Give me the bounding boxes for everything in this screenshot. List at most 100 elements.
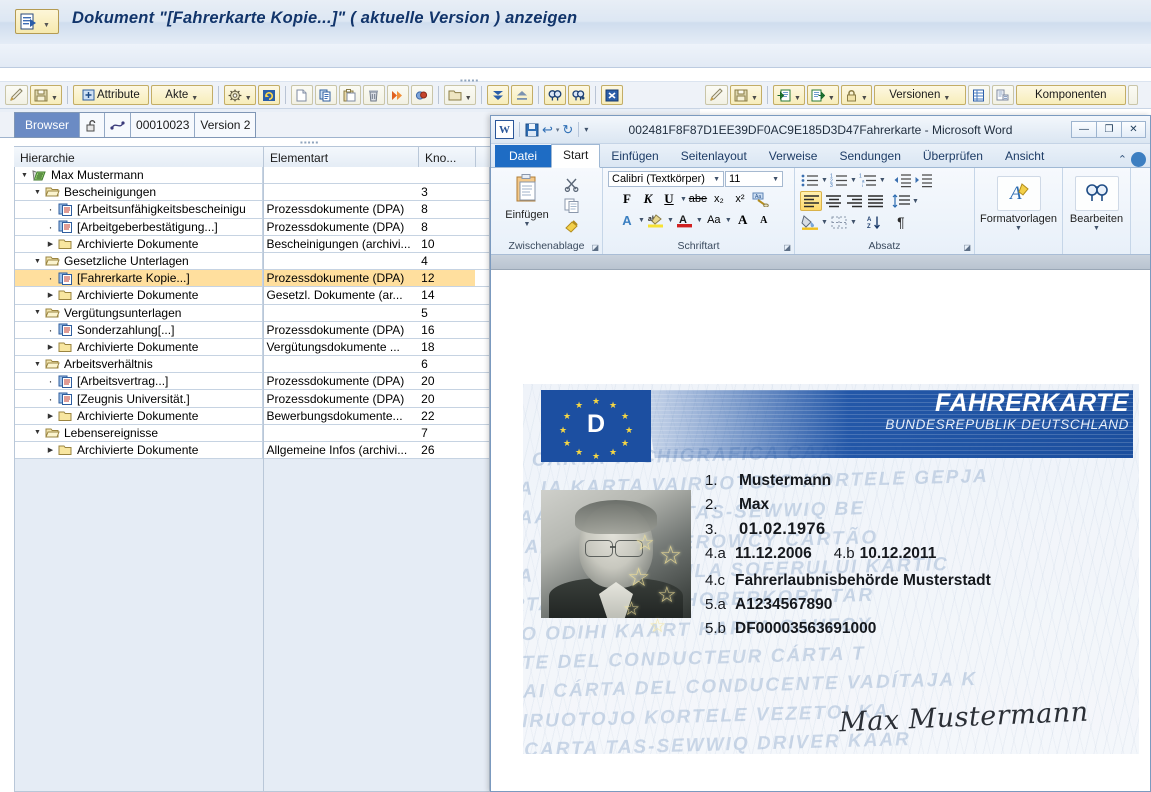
italic-button[interactable]: K: [638, 190, 658, 208]
font-size-combo[interactable]: 11 ▼: [725, 171, 783, 187]
find-next-icon[interactable]: [568, 85, 590, 105]
tree-node-cell[interactable]: ▶Archivierte Dokumente: [15, 408, 263, 424]
chevron-down-icon[interactable]: ▼: [32, 309, 43, 316]
column-header-knoten[interactable]: Kno...: [419, 147, 476, 168]
align-right-icon[interactable]: [844, 192, 864, 210]
justify-icon[interactable]: [865, 192, 885, 210]
chevron-down-icon[interactable]: ▼: [32, 361, 43, 368]
tree-node-cell[interactable]: ▶Archivierte Dokumente: [15, 442, 263, 458]
font-name-combo[interactable]: Calibri (Textkörper) ▼: [608, 171, 724, 187]
sap-system-menu-button[interactable]: ▼: [15, 9, 59, 34]
highlight-color-icon[interactable]: ab: [646, 211, 666, 229]
chevron-down-icon[interactable]: ▼: [850, 219, 857, 226]
undo-dropdown-icon[interactable]: ▾: [556, 126, 560, 134]
borders-icon[interactable]: [829, 213, 849, 231]
redo-icon[interactable]: ↻: [562, 122, 573, 138]
dialog-launcher-icon[interactable]: ◪: [783, 243, 791, 252]
tab-datei[interactable]: Datei: [495, 145, 551, 167]
tree-node-cell[interactable]: ▼Max Mustermann: [15, 167, 263, 183]
table-view-icon[interactable]: [968, 85, 990, 105]
column-splitter[interactable]: [263, 167, 264, 792]
chevron-right-icon[interactable]: ▶: [45, 446, 56, 454]
styles-button[interactable]: A Formatvorlagen ▼: [980, 176, 1057, 232]
table-row[interactable]: ▶Archivierte DokumenteBewerbungsdokument…: [15, 408, 489, 425]
chevron-down-icon[interactable]: ▼: [1093, 225, 1100, 232]
chevron-down-icon[interactable]: ▼: [821, 177, 828, 184]
tree-node-cell[interactable]: ·[Zeugnis Universität.]: [15, 390, 263, 406]
table-row[interactable]: ▼Max Mustermann: [15, 167, 489, 184]
tab-browser[interactable]: Browser: [15, 113, 79, 137]
refresh-icon[interactable]: [258, 85, 280, 105]
clear-formatting-icon[interactable]: Aa: [751, 190, 771, 208]
attribute-button[interactable]: Attribute: [73, 85, 149, 105]
shrink-font-button[interactable]: A: [754, 211, 774, 229]
find-icon[interactable]: [544, 85, 566, 105]
new-document-icon[interactable]: [291, 85, 313, 105]
import-icon[interactable]: ▼: [773, 85, 805, 105]
align-center-icon[interactable]: [823, 192, 843, 210]
table-row[interactable]: ▶Archivierte DokumenteBescheinigungen (a…: [15, 236, 489, 253]
line-spacing-icon[interactable]: [891, 192, 911, 210]
chevron-down-icon[interactable]: ▼: [850, 177, 857, 184]
tab-ueberpruefen[interactable]: Überprüfen: [912, 146, 994, 167]
editing-button[interactable]: Bearbeiten ▼: [1070, 176, 1123, 232]
table-row[interactable]: ▼Lebensereignisse7: [15, 425, 489, 442]
chevron-down-icon[interactable]: ▼: [912, 198, 919, 205]
table-row[interactable]: ·[Arbeitgeberbestätigung...]Prozessdokum…: [15, 219, 489, 236]
komponenten-button[interactable]: Komponenten: [1016, 85, 1126, 105]
undo-icon[interactable]: ↩: [542, 122, 553, 138]
tree-node-cell[interactable]: ▼Vergütungsunterlagen: [15, 305, 263, 321]
pencil-edit-icon[interactable]: [705, 85, 728, 105]
expand-all-icon[interactable]: [487, 85, 509, 105]
text-effects-button[interactable]: A: [617, 211, 637, 229]
chevron-down-icon[interactable]: ▼: [667, 217, 674, 224]
column-header-hierarchie[interactable]: Hierarchie: [14, 147, 264, 168]
chevron-down-icon[interactable]: ▼: [696, 217, 703, 224]
copy-icon[interactable]: [315, 85, 337, 105]
chevron-down-icon[interactable]: ▼: [725, 217, 732, 224]
underline-dropdown-icon[interactable]: ▼: [680, 196, 687, 203]
tree-node-cell[interactable]: ▼Gesetzliche Unterlagen: [15, 253, 263, 269]
tree-node-cell[interactable]: ▼Lebensereignisse: [15, 425, 263, 441]
chevron-up-icon[interactable]: ⌃: [1118, 153, 1127, 166]
table-row[interactable]: ▶Archivierte DokumenteGesetzl. Dokumente…: [15, 287, 489, 304]
lock-icon[interactable]: ▼: [841, 85, 872, 105]
collapse-all-icon[interactable]: [511, 85, 533, 105]
decrease-indent-icon[interactable]: [893, 171, 913, 189]
akte-button[interactable]: Akte ▼: [151, 85, 213, 105]
settings-gear-icon[interactable]: ▼: [224, 85, 256, 105]
properties-icon[interactable]: [992, 85, 1014, 105]
chevron-down-icon[interactable]: ▼: [821, 219, 828, 226]
tree-node-cell[interactable]: ▶Archivierte Dokumente: [15, 236, 263, 252]
tree-node-cell[interactable]: ▼Arbeitsverhältnis: [15, 356, 263, 372]
table-row[interactable]: ▼Gesetzliche Unterlagen4: [15, 253, 489, 270]
tree-node-cell[interactable]: ·[Arbeitsunfähigkeitsbescheinigu: [15, 201, 263, 217]
copy-icon[interactable]: [562, 196, 582, 214]
chevron-down-icon[interactable]: ▼: [32, 258, 43, 265]
tab-ansicht[interactable]: Ansicht: [994, 146, 1055, 167]
chevron-down-icon[interactable]: ▼: [32, 189, 43, 196]
increase-indent-icon[interactable]: [914, 171, 934, 189]
change-case-button[interactable]: Aa: [704, 211, 724, 229]
forward-icon[interactable]: [387, 85, 409, 105]
chevron-right-icon[interactable]: ▶: [45, 412, 56, 420]
bullet-list-icon[interactable]: [800, 171, 820, 189]
restore-button[interactable]: ❐: [1096, 121, 1121, 138]
tab-verweise[interactable]: Verweise: [758, 146, 829, 167]
bold-button[interactable]: F: [617, 190, 637, 208]
chevron-down-icon[interactable]: ▼: [32, 429, 43, 436]
tree-node-cell[interactable]: ·Sonderzahlung[...]: [15, 322, 263, 338]
table-row[interactable]: ▼Vergütungsunterlagen5: [15, 305, 489, 322]
help-icon[interactable]: [1131, 152, 1146, 167]
close-x-icon[interactable]: [601, 85, 623, 105]
tab-sendungen[interactable]: Sendungen: [828, 146, 911, 167]
table-row[interactable]: ·[Arbeitsvertrag...]Prozessdokumente (DP…: [15, 373, 489, 390]
table-row[interactable]: ▶Archivierte DokumenteAllgemeine Infos (…: [15, 442, 489, 459]
numbered-list-icon[interactable]: 123: [829, 171, 849, 189]
dialog-launcher-icon[interactable]: ◪: [591, 243, 599, 252]
save-icon[interactable]: ▼: [730, 85, 762, 105]
delete-trash-icon[interactable]: [363, 85, 385, 105]
pencil-edit-icon[interactable]: [5, 85, 28, 105]
relations-icon[interactable]: [104, 113, 130, 137]
multilevel-list-icon[interactable]: 1ai: [858, 171, 878, 189]
